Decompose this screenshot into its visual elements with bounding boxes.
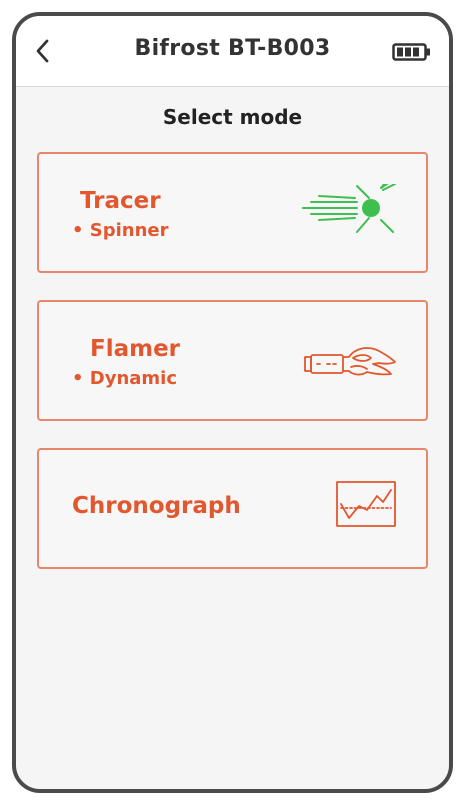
app-header: Bifrost BT-B003 [16,16,449,87]
mode-card-chronograph[interactable]: Chronograph [37,448,428,569]
back-button[interactable] [26,34,60,68]
flamer-nozzle-icon [304,347,396,376]
battery-full-icon [392,43,430,61]
mode-card-flamer[interactable]: Flamer • Dynamic [37,300,428,421]
chevron-left-icon [36,39,49,63]
section-title: Select mode [162,105,303,129]
mode-title: Tracer [80,188,161,214]
phone-frame: Bifrost BT-B003 Select mode Tracer • Spi… [12,12,453,793]
device-title: Bifrost BT-B003 [134,36,331,61]
chart-icon [336,481,396,527]
mode-title: Chronograph [72,493,241,519]
tracer-burst-icon [302,184,396,233]
mode-title: Flamer [90,336,181,362]
mode-subtitle: • Dynamic [72,368,178,389]
mode-card-tracer[interactable]: Tracer • Spinner [37,152,428,273]
mode-subtitle: • Spinner [72,220,169,241]
